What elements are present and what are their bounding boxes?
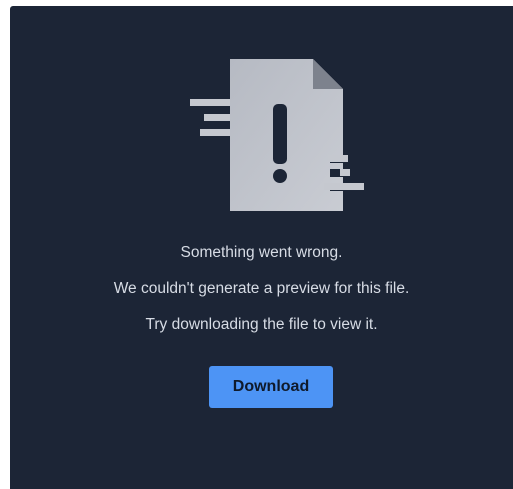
error-message: Something went wrong. We couldn't genera… bbox=[10, 242, 513, 350]
download-button[interactable]: Download bbox=[209, 366, 333, 408]
error-hint: Try downloading the file to view it. bbox=[145, 316, 378, 333]
preview-panel: Something went wrong. We couldn't genera… bbox=[10, 6, 513, 489]
error-title: Something went wrong. bbox=[180, 244, 343, 261]
error-description: We couldn't generate a preview for this … bbox=[113, 280, 410, 297]
broken-file-icon bbox=[190, 59, 365, 219]
